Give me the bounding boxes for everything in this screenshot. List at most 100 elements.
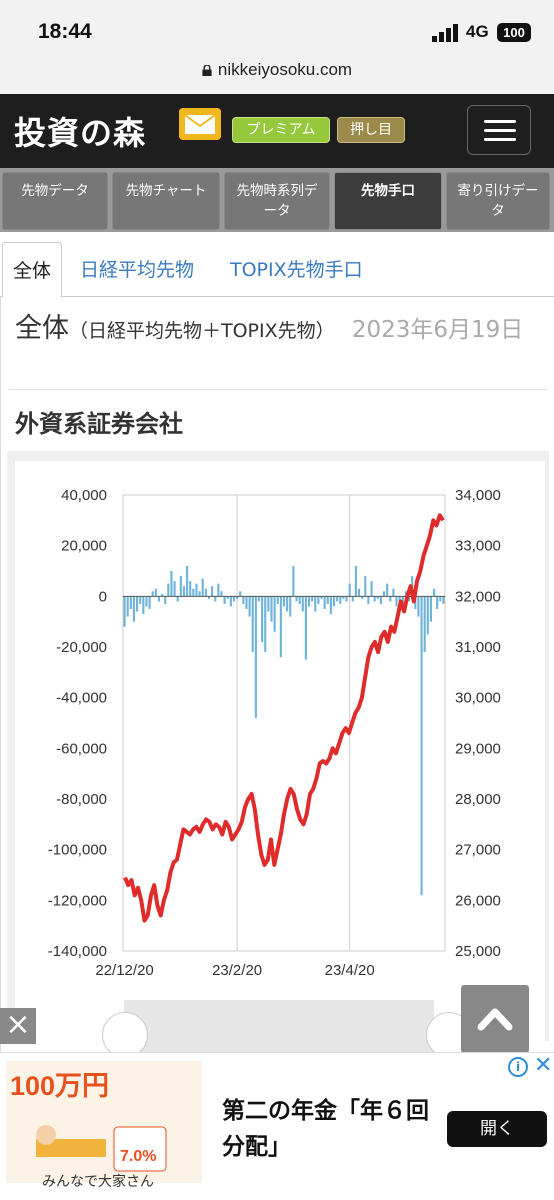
bar xyxy=(439,596,442,602)
bar xyxy=(195,583,198,597)
bar xyxy=(314,596,317,612)
bar xyxy=(295,596,298,602)
bar xyxy=(245,596,248,609)
nav-tabs: 先物データ 先物チャート 先物時系列データ 先物手口 寄り引けデータ xyxy=(0,168,554,232)
subtab-all[interactable]: 全体 xyxy=(2,242,63,298)
mail-icon[interactable] xyxy=(179,108,221,140)
bar xyxy=(270,596,273,622)
subtab-nikkei[interactable]: 日経平均先物 xyxy=(80,242,194,298)
bar xyxy=(389,596,392,602)
y-left-tick-label: -140,000 xyxy=(48,943,107,960)
y-left-tick-label: -120,000 xyxy=(48,892,107,909)
ad-close-icon[interactable]: ✕ xyxy=(534,1053,552,1078)
bar xyxy=(264,596,267,653)
main-content: 全体（日経平均先物＋TOPIX先物） 2023年6月19日 外資系証券会社 22… xyxy=(0,297,554,1057)
oshime-button[interactable]: 押し目 xyxy=(337,117,405,143)
back-to-top-button[interactable] xyxy=(461,985,529,1053)
bar xyxy=(326,596,329,604)
y-right-tick-label: 32,000 xyxy=(455,588,501,605)
divider xyxy=(9,389,547,390)
bar xyxy=(370,581,373,597)
y-right-tick-label: 25,000 xyxy=(455,943,501,960)
bar xyxy=(373,596,376,602)
y-right-tick-label: 30,000 xyxy=(455,690,501,707)
site-logo[interactable]: 投資の森 xyxy=(14,108,146,154)
section-title: 外資系証券会社 xyxy=(15,410,183,438)
tab-futures-timeseries[interactable]: 先物時系列データ xyxy=(224,172,330,230)
bar xyxy=(251,596,254,653)
page-title: 全体（日経平均先物＋TOPIX先物） 2023年6月19日 xyxy=(15,311,535,349)
bar xyxy=(223,596,226,604)
bar xyxy=(132,596,136,622)
bar xyxy=(282,596,286,607)
hamburger-icon xyxy=(484,120,516,123)
status-time: 18:44 xyxy=(38,20,92,43)
bar xyxy=(436,596,439,609)
bar xyxy=(220,591,223,597)
url-bar[interactable]: nikkeiyosoku.com xyxy=(0,60,554,94)
svg-text:100万円: 100万円 xyxy=(10,1071,109,1101)
y-right-tick-label: 31,000 xyxy=(455,639,501,656)
bar xyxy=(170,571,173,597)
bar xyxy=(382,591,386,597)
close-icon[interactable]: × xyxy=(0,1008,36,1044)
tab-futures-data[interactable]: 先物データ xyxy=(2,172,108,230)
bar xyxy=(173,581,176,597)
bar xyxy=(292,565,295,597)
tab-futures-chart[interactable]: 先物チャート xyxy=(112,172,220,230)
url-text: nikkeiyosoku.com xyxy=(217,60,353,79)
subtab-topix[interactable]: TOPIX先物手口 xyxy=(230,242,363,298)
bar xyxy=(136,596,139,612)
y-left-tick-label: 20,000 xyxy=(61,538,107,555)
bar xyxy=(298,596,301,604)
status-bar: 18:44 4G 100 xyxy=(0,0,554,60)
bar xyxy=(267,596,270,612)
bar xyxy=(323,596,326,609)
bar xyxy=(329,596,332,615)
premium-button[interactable]: プレミアム xyxy=(232,117,330,143)
bar xyxy=(354,565,357,597)
bar xyxy=(276,596,279,604)
ad-headline[interactable]: 第二の年金「年６回分配」 xyxy=(222,1093,442,1165)
bar xyxy=(142,596,145,615)
bar xyxy=(379,596,382,604)
tab-futures-trades[interactable]: 先物手口 xyxy=(334,172,442,230)
bar xyxy=(261,596,264,642)
bar xyxy=(151,591,154,597)
chart-scrollbar[interactable] xyxy=(124,1000,434,1054)
bar xyxy=(217,583,220,597)
y-left-tick-label: -100,000 xyxy=(48,842,107,859)
bar xyxy=(273,596,276,632)
bar xyxy=(442,596,445,604)
y-right-tick-label: 33,000 xyxy=(455,538,501,555)
sub-tabs: 全体 日経平均先物 TOPIX先物手口 xyxy=(0,240,554,298)
tab-open-close-data[interactable]: 寄り引けデータ xyxy=(446,172,550,230)
chevron-up-icon xyxy=(477,1008,513,1031)
x-tick-label: 23/2/20 xyxy=(212,962,262,979)
ad-image[interactable]: 100万円 7.0% xyxy=(6,1061,202,1183)
bar xyxy=(189,581,192,597)
ad-sponsor: みんなで大家さん xyxy=(42,1174,154,1190)
bar xyxy=(145,596,148,607)
site-header: 投資の森 プレミアム 押し目 xyxy=(0,94,554,168)
page-title-main: 全体 xyxy=(15,313,69,344)
bar xyxy=(186,565,189,597)
bar xyxy=(304,596,307,660)
y-left-tick-label: -60,000 xyxy=(56,740,107,757)
ad-banner[interactable]: 100万円 7.0% 第二の年金「年６回分配」 開く みんなで大家さん i ✕ xyxy=(0,1052,554,1200)
bar xyxy=(126,596,129,617)
lock-icon xyxy=(202,65,212,76)
bar xyxy=(214,596,217,602)
bar xyxy=(139,596,142,604)
bar xyxy=(211,586,214,597)
y-right-tick-label: 28,000 xyxy=(455,791,501,808)
bar xyxy=(232,596,236,602)
info-icon[interactable]: i xyxy=(508,1057,528,1077)
bar xyxy=(317,596,320,604)
bar xyxy=(229,596,232,607)
ad-open-button[interactable]: 開く xyxy=(447,1111,547,1147)
bar xyxy=(417,596,420,617)
menu-button[interactable] xyxy=(467,105,531,155)
bar xyxy=(192,588,195,597)
svg-text:7.0%: 7.0% xyxy=(120,1148,156,1165)
